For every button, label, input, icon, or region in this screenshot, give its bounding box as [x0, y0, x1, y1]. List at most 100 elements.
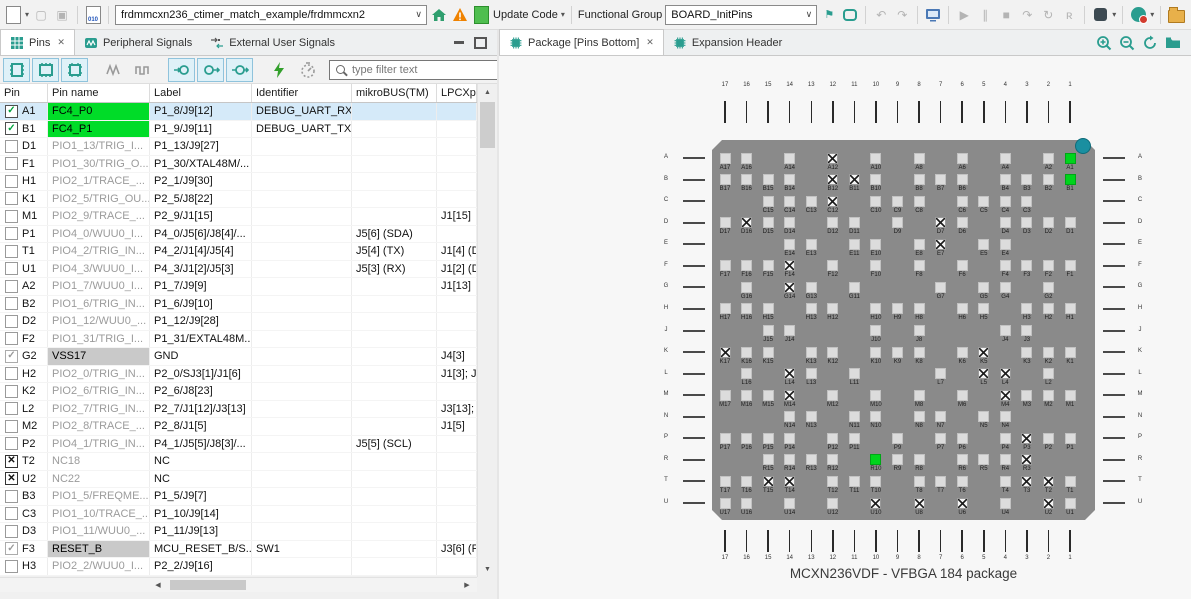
rotate-view-icon[interactable]: [1142, 35, 1158, 51]
package-pin-U2[interactable]: [1043, 498, 1054, 509]
package-canvas[interactable]: 1717161615151414131312121111101099887766…: [499, 56, 1191, 599]
package-pin-U17[interactable]: [720, 498, 731, 509]
package-pin-H10[interactable]: [870, 303, 881, 314]
package-pin-T12[interactable]: [827, 476, 838, 487]
package-pin-G16[interactable]: [741, 282, 752, 293]
minimize-icon[interactable]: [454, 41, 464, 44]
package-pin-L2[interactable]: [1043, 368, 1054, 379]
package-pin-P11[interactable]: [849, 433, 860, 444]
package-pin-U4[interactable]: [1000, 498, 1011, 509]
package-pin-R6[interactable]: [957, 454, 968, 465]
package-pin-T15[interactable]: [763, 476, 774, 487]
pin-row-C3[interactable]: C3PIO1_10/TRACE_...P1_10/J9[14]: [0, 506, 477, 524]
package-pin-U8[interactable]: [914, 498, 925, 509]
package-pin-H16[interactable]: [741, 303, 752, 314]
package-pin-T17[interactable]: [720, 476, 731, 487]
package-pin-D4[interactable]: [1000, 217, 1011, 228]
package-pin-A14[interactable]: [784, 153, 795, 164]
package-pin-P3[interactable]: [1021, 433, 1032, 444]
scroll-down-icon[interactable]: ▼: [478, 561, 497, 577]
column-header-lpcxpresso[interactable]: LPCXpr: [437, 84, 477, 102]
package-pin-R15[interactable]: [763, 454, 774, 465]
package-pin-H9[interactable]: [892, 303, 903, 314]
package-pin-L16[interactable]: [741, 368, 752, 379]
package-pin-B14[interactable]: [784, 174, 795, 185]
show-input-pins-icon[interactable]: [168, 58, 195, 82]
package-pin-P15[interactable]: [763, 433, 774, 444]
package-pin-P14[interactable]: [784, 433, 795, 444]
package-pin-H3[interactable]: [1021, 303, 1032, 314]
vertical-scrollbar-thumb[interactable]: [480, 102, 495, 148]
show-package-outline-icon[interactable]: [61, 58, 88, 82]
package-pin-G14[interactable]: [784, 282, 795, 293]
package-pin-G13[interactable]: [806, 282, 817, 293]
package-pin-P16[interactable]: [741, 433, 752, 444]
package-pin-A17[interactable]: [720, 153, 731, 164]
package-pin-M8[interactable]: [914, 390, 925, 401]
package-pin-C8[interactable]: [914, 196, 925, 207]
flag-icon[interactable]: ⚑: [820, 6, 838, 24]
new-configuration-caret-icon[interactable]: ▾: [25, 10, 29, 19]
package-pin-C13[interactable]: [806, 196, 817, 207]
maximize-icon[interactable]: [474, 37, 487, 49]
package-pin-K10[interactable]: [870, 347, 881, 358]
package-pin-N11[interactable]: [849, 411, 860, 422]
pin-checkbox[interactable]: [5, 192, 18, 205]
package-pin-J4[interactable]: [1000, 325, 1011, 336]
pin-row-F1[interactable]: F1PIO1_30/TRIG_O...P1_30/XTAL48M/...: [0, 156, 477, 174]
package-pin-B7[interactable]: [935, 174, 946, 185]
pin-checkbox[interactable]: [5, 332, 18, 345]
pin-checkbox[interactable]: [5, 315, 18, 328]
package-pin-T11[interactable]: [849, 476, 860, 487]
package-pin-M14[interactable]: [784, 390, 795, 401]
package-pin-U16[interactable]: [741, 498, 752, 509]
binary-file-icon[interactable]: 010: [84, 6, 102, 24]
close-icon[interactable]: ✕: [57, 37, 65, 48]
functional-group-selector[interactable]: BOARD_InitPins ∨: [665, 5, 817, 25]
package-pin-A1[interactable]: [1065, 153, 1076, 164]
pin-checkbox[interactable]: ✕: [5, 455, 18, 468]
package-pin-B3[interactable]: [1021, 174, 1032, 185]
package-pin-H6[interactable]: [957, 303, 968, 314]
package-pin-N13[interactable]: [806, 411, 817, 422]
show-inout-pins-icon[interactable]: [226, 58, 253, 82]
package-pin-P1[interactable]: [1065, 433, 1076, 444]
tab-package-pins-bottom[interactable]: Package [Pins Bottom] ✕: [499, 29, 664, 55]
clock-icon[interactable]: [294, 58, 321, 82]
pin-row-H3[interactable]: H3PIO2_2/WUU0_I...P2_2/J9[16]: [0, 558, 477, 576]
package-pin-F14[interactable]: [784, 260, 795, 271]
package-pin-F6[interactable]: [957, 260, 968, 271]
tools-caret-icon[interactable]: ▾: [1112, 10, 1116, 19]
package-pin-F10[interactable]: [870, 260, 881, 271]
package-pin-L14[interactable]: [784, 368, 795, 379]
pin-row-U2[interactable]: ✕U2NC22NC: [0, 471, 477, 489]
package-pin-E4[interactable]: [1000, 239, 1011, 250]
pin-checkbox[interactable]: [5, 280, 18, 293]
pin-checkbox[interactable]: [5, 262, 18, 275]
package-pin-H5[interactable]: [978, 303, 989, 314]
package-pin-L13[interactable]: [806, 368, 817, 379]
package-pin-B11[interactable]: [849, 174, 860, 185]
package-pin-N14[interactable]: [784, 411, 795, 422]
package-pin-H17[interactable]: [720, 303, 731, 314]
package-pin-D16[interactable]: [741, 217, 752, 228]
package-pin-U6[interactable]: [957, 498, 968, 509]
package-pin-K13[interactable]: [806, 347, 817, 358]
package-pin-U10[interactable]: [870, 498, 881, 509]
package-pin-C4[interactable]: [1000, 196, 1011, 207]
log-console-icon[interactable]: [924, 6, 942, 24]
pause-icon[interactable]: ∥: [976, 6, 994, 24]
tab-peripheral-signals[interactable]: Peripheral Signals: [75, 30, 201, 55]
pin-checkbox[interactable]: [5, 297, 18, 310]
package-pin-H1[interactable]: [1065, 303, 1076, 314]
pin-checkbox[interactable]: ✕: [5, 472, 18, 485]
pin-row-K1[interactable]: K1PIO2_5/TRIG_OU...P2_5/J8[22]: [0, 191, 477, 209]
pin-checkbox[interactable]: ✓: [5, 350, 18, 363]
package-pin-F15[interactable]: [763, 260, 774, 271]
pin-row-D1[interactable]: D1PIO1_13/TRIG_I...P1_13/J9[27]: [0, 138, 477, 156]
scroll-right-icon[interactable]: ▶: [459, 578, 475, 592]
pin-checkbox[interactable]: [5, 367, 18, 380]
pin-checkbox[interactable]: [5, 385, 18, 398]
package-pin-T7[interactable]: [935, 476, 946, 487]
package-pin-R14[interactable]: [784, 454, 795, 465]
